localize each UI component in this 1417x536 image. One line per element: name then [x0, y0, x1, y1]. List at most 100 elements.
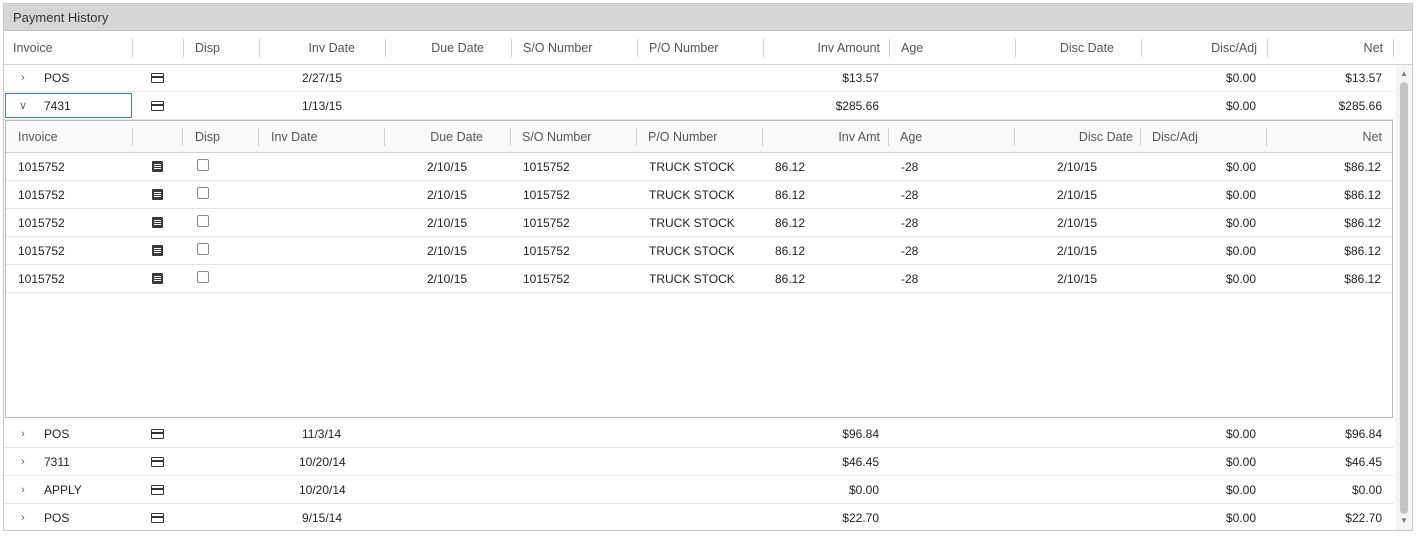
cell-invoice: 1015752 — [18, 244, 65, 258]
detail-col-header-disc-adj[interactable]: Disc/Adj — [1143, 121, 1267, 153]
chevron-right-icon[interactable]: › — [17, 476, 29, 504]
cell-so-number: 1015752 — [523, 216, 570, 230]
detail-table-row[interactable]: 1015752 2/10/15 1015752 TRUCK STOCK 86.1… — [6, 181, 1392, 209]
document-icon[interactable] — [152, 161, 163, 172]
cell-due-date: 2/10/15 — [427, 160, 468, 174]
detail-col-header-disp[interactable]: Disp — [186, 121, 260, 153]
cell-inv-amount: $22.70 — [842, 511, 879, 525]
cell-due-date: 2/10/15 — [427, 272, 468, 286]
table-row[interactable]: › POS 9/15/14 $22.70 $0.00 $22.70 — [4, 504, 1394, 530]
card-icon[interactable] — [151, 101, 164, 111]
detail-table-row[interactable]: 1015752 2/10/15 1015752 TRUCK STOCK 86.1… — [6, 265, 1392, 293]
col-header-disc-adj[interactable]: Disc/Adj — [1142, 31, 1266, 65]
cell-net: $0.00 — [1351, 483, 1382, 497]
cell-net: $86.12 — [1344, 244, 1381, 258]
cell-inv-amount: $46.45 — [842, 455, 879, 469]
document-icon[interactable] — [152, 217, 163, 228]
cell-invoice: 1015752 — [18, 188, 65, 202]
chevron-right-icon[interactable]: › — [17, 448, 29, 476]
chevron-right-icon[interactable]: › — [17, 504, 29, 530]
detail-grid-header: Invoice Disp Inv Date Due Date S/O Numbe… — [6, 121, 1392, 153]
cell-so-number: 1015752 — [523, 244, 570, 258]
detail-col-header-po-number[interactable]: P/O Number — [639, 121, 763, 153]
col-header-disc-date[interactable]: Disc Date — [1016, 31, 1123, 65]
table-row-expanded[interactable]: ∨ 7431 1/13/15 $285.66 $0.00 $285.66 — [4, 92, 1394, 120]
cell-disc-date: 2/10/15 — [1057, 216, 1098, 230]
cell-invoice: 1015752 — [18, 160, 65, 174]
cell-age: -28 — [901, 216, 919, 230]
cell-due-date: 2/10/15 — [427, 216, 468, 230]
cell-disc-date: 2/10/15 — [1057, 160, 1098, 174]
card-icon[interactable] — [151, 513, 164, 523]
scroll-down-arrow-icon[interactable]: ▼ — [1396, 514, 1412, 528]
col-header-disp[interactable]: Disp — [186, 31, 260, 65]
disp-checkbox[interactable] — [197, 187, 209, 199]
cell-age: -28 — [901, 160, 919, 174]
detail-table-row[interactable]: 1015752 2/10/15 1015752 TRUCK STOCK 86.1… — [6, 209, 1392, 237]
cell-disc-adj: $0.00 — [1225, 483, 1256, 497]
detail-col-header-inv-date[interactable]: Inv Date — [262, 121, 386, 153]
cell-disc-date: 2/10/15 — [1057, 272, 1098, 286]
detail-grid: Invoice Disp Inv Date Due Date S/O Numbe… — [5, 120, 1393, 418]
document-icon[interactable] — [152, 245, 163, 256]
cell-disc-adj: $0.00 — [1225, 71, 1256, 85]
disp-checkbox[interactable] — [197, 271, 209, 283]
cell-net: $86.12 — [1344, 160, 1381, 174]
cell-age: -28 — [901, 188, 919, 202]
cell-disc-adj: $0.00 — [1225, 272, 1256, 286]
detail-table-row[interactable]: 1015752 2/10/15 1015752 TRUCK STOCK 86.1… — [6, 153, 1392, 181]
table-row[interactable]: › POS 11/3/14 $96.84 $0.00 $96.84 — [4, 420, 1394, 448]
table-row[interactable]: › 7311 10/20/14 $46.45 $0.00 $46.45 — [4, 448, 1394, 476]
cell-net: $22.70 — [1345, 511, 1382, 525]
disp-checkbox[interactable] — [197, 215, 209, 227]
cell-net: $86.12 — [1344, 216, 1381, 230]
col-header-invoice[interactable]: Invoice — [4, 31, 132, 65]
scrollbar-thumb[interactable] — [1400, 82, 1408, 514]
col-header-age[interactable]: Age — [892, 31, 1012, 65]
scroll-up-arrow-icon[interactable]: ▲ — [1396, 67, 1412, 81]
cell-due-date: 2/10/15 — [427, 188, 468, 202]
card-icon[interactable] — [151, 485, 164, 495]
cell-inv-amount: $285.66 — [835, 99, 879, 113]
col-header-inv-amount[interactable]: Inv Amount — [764, 31, 889, 65]
detail-table-row[interactable]: 1015752 2/10/15 1015752 TRUCK STOCK 86.1… — [6, 237, 1392, 265]
disp-checkbox[interactable] — [197, 243, 209, 255]
grid-header: Invoice Disp Inv Date Due Date S/O Numbe… — [4, 31, 1412, 65]
cell-disc-adj: $0.00 — [1225, 511, 1256, 525]
cell-net: $285.66 — [1338, 99, 1382, 113]
document-icon[interactable] — [152, 189, 163, 200]
chevron-right-icon[interactable]: › — [17, 420, 29, 448]
cell-invoice: POS — [44, 511, 70, 525]
table-row[interactable]: › POS 2/27/15 $13.57 $0.00 $13.57 — [4, 64, 1394, 92]
col-header-so-number[interactable]: S/O Number — [514, 31, 640, 65]
card-icon[interactable] — [151, 73, 164, 83]
document-icon[interactable] — [152, 273, 163, 284]
vertical-scrollbar[interactable]: ▲ ▼ — [1396, 65, 1412, 530]
col-header-net[interactable]: Net — [1268, 31, 1392, 65]
detail-col-header-invoice[interactable]: Invoice — [9, 121, 133, 153]
card-icon[interactable] — [151, 457, 164, 467]
panel-title: Payment History — [4, 4, 1412, 31]
cell-net: $13.57 — [1345, 71, 1382, 85]
detail-col-header-inv-amt[interactable]: Inv Amt — [763, 121, 889, 153]
table-row[interactable]: › APPLY 10/20/14 $0.00 $0.00 $0.00 — [4, 476, 1394, 504]
cell-po-number: TRUCK STOCK — [649, 160, 735, 174]
col-header-inv-date[interactable]: Inv Date — [260, 31, 364, 65]
detail-col-header-age[interactable]: Age — [891, 121, 1013, 153]
col-header-due-date[interactable]: Due Date — [386, 31, 493, 65]
col-header-po-number[interactable]: P/O Number — [640, 31, 766, 65]
cell-invoice: 7311 — [44, 455, 70, 469]
cell-invoice: POS — [44, 427, 70, 441]
card-icon[interactable] — [151, 429, 164, 439]
disp-checkbox[interactable] — [197, 159, 209, 171]
detail-col-header-disc-date[interactable]: Disc Date — [1015, 121, 1142, 153]
cell-net: $86.12 — [1344, 188, 1381, 202]
chevron-down-icon[interactable]: ∨ — [17, 92, 29, 120]
detail-col-header-net[interactable]: Net — [1267, 121, 1391, 153]
chevron-right-icon[interactable]: › — [17, 64, 29, 92]
cell-invoice: 7431 — [44, 99, 71, 113]
detail-col-header-due-date[interactable]: Due Date — [386, 121, 492, 153]
detail-col-header-so-number[interactable]: S/O Number — [513, 121, 637, 153]
cell-po-number: TRUCK STOCK — [649, 188, 735, 202]
cell-disc-adj: $0.00 — [1225, 160, 1256, 174]
